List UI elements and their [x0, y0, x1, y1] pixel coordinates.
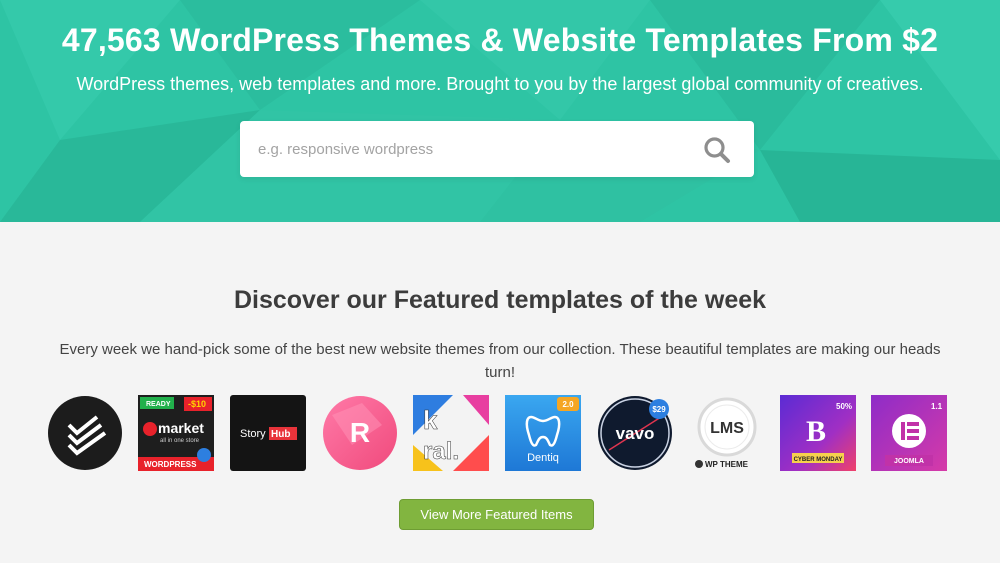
svg-text:Dentiq: Dentiq — [527, 452, 559, 464]
svg-text:B: B — [806, 415, 826, 448]
hero-banner: 47,563 WordPress Themes & Website Templa… — [0, 0, 1000, 222]
thumbnail-koral[interactable]: k ral. — [413, 395, 489, 471]
svg-text:WORDPRESS: WORDPRESS — [144, 460, 197, 469]
svg-text:LMS: LMS — [710, 420, 744, 437]
svg-text:2.0: 2.0 — [562, 400, 574, 409]
svg-text:1.1: 1.1 — [931, 402, 943, 411]
b-thumbnail-art: 50% B CYBER MONDAY — [780, 395, 856, 471]
thumbnail-vavo[interactable]: $29 vavo — [597, 395, 673, 471]
svg-text:WP THEME: WP THEME — [705, 460, 749, 469]
svg-text:ral.: ral. — [423, 438, 459, 465]
svg-text:READY: READY — [146, 401, 171, 408]
thumbnail-elementor-joomla[interactable]: 1.1 JOOMLA — [871, 395, 947, 471]
svg-text:50%: 50% — [836, 402, 852, 411]
hero-subtitle: WordPress themes, web templates and more… — [76, 74, 924, 94]
thumbnail-dentiq[interactable]: 2.0 Dentiq — [505, 395, 581, 471]
storyhub-thumbnail-art: Story Hub — [230, 395, 306, 471]
svg-text:all in one store: all in one store — [160, 438, 200, 444]
svg-text:market: market — [158, 420, 204, 436]
svg-text:vavo: vavo — [616, 424, 655, 443]
svg-text:Story: Story — [240, 428, 266, 440]
thumbnail-r[interactable]: R — [322, 395, 398, 471]
featured-description: Every week we hand-pick some of the best… — [59, 341, 941, 381]
thumbnail-b[interactable]: 50% B CYBER MONDAY — [780, 395, 856, 471]
vavo-thumbnail-art: $29 vavo — [598, 396, 672, 470]
emarket-thumbnail-art: READY -$10 market all in one store WORDP… — [138, 395, 214, 471]
view-more-featured-button[interactable]: View More Featured Items — [399, 499, 594, 530]
search-box — [240, 121, 754, 177]
svg-text:R: R — [350, 417, 370, 448]
svg-text:$29: $29 — [652, 405, 666, 414]
lms-thumbnail-art: LMS WP THEME — [689, 395, 765, 471]
hero-title: 47,563 WordPress Themes & Website Templa… — [61, 22, 939, 58]
search-input[interactable] — [258, 121, 698, 177]
r-thumbnail-art: R — [323, 396, 397, 470]
thumbnail-checklist[interactable] — [47, 395, 123, 471]
featured-title: Discover our Featured templates of the w… — [233, 286, 767, 314]
svg-text:Hub: Hub — [271, 429, 290, 440]
thumbnail-emarket[interactable]: READY -$10 market all in one store WORDP… — [138, 395, 214, 471]
checklist-icon — [48, 396, 122, 470]
svg-text:JOOMLA: JOOMLA — [894, 458, 924, 465]
search-icon[interactable] — [702, 135, 732, 165]
dentiq-thumbnail-art: 2.0 Dentiq — [505, 395, 581, 471]
thumbnail-storyhub[interactable]: Story Hub — [230, 395, 306, 471]
elementor-joomla-thumbnail-art: 1.1 JOOMLA — [871, 395, 947, 471]
svg-text:CYBER MONDAY: CYBER MONDAY — [794, 457, 843, 463]
koral-thumbnail-art: k ral. — [413, 395, 489, 471]
svg-text:k: k — [423, 405, 438, 435]
thumbnail-lms[interactable]: LMS WP THEME — [689, 395, 765, 471]
svg-text:-$10: -$10 — [188, 399, 206, 409]
